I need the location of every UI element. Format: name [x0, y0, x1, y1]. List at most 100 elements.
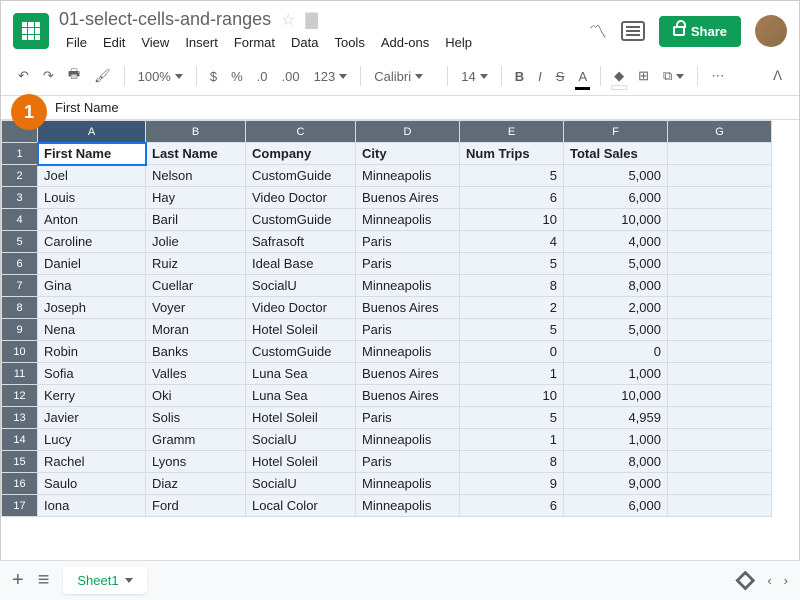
cell[interactable]: Caroline — [38, 231, 146, 253]
cell[interactable]: Buenos Aires — [356, 363, 460, 385]
cell[interactable]: 4,959 — [564, 407, 668, 429]
row-header[interactable]: 10 — [2, 341, 38, 363]
scroll-left-icon[interactable]: ‹ — [767, 573, 771, 588]
cell[interactable]: Ruiz — [146, 253, 246, 275]
cell[interactable]: Minneapolis — [356, 473, 460, 495]
add-sheet-button[interactable]: + — [12, 569, 24, 592]
comments-icon[interactable] — [621, 21, 645, 41]
cell[interactable]: Minneapolis — [356, 275, 460, 297]
cell[interactable]: Paris — [356, 253, 460, 275]
cell[interactable]: 1 — [460, 429, 564, 451]
cell[interactable]: Hotel Soleil — [246, 451, 356, 473]
folder-icon[interactable]: ▇ — [305, 10, 317, 30]
text-color-button[interactable]: A — [573, 65, 592, 88]
cell[interactable]: 9 — [460, 473, 564, 495]
cell[interactable] — [668, 165, 772, 187]
cell[interactable]: Minneapolis — [356, 429, 460, 451]
cell[interactable] — [668, 253, 772, 275]
cell[interactable]: SocialU — [246, 473, 356, 495]
cell[interactable]: Robin — [38, 341, 146, 363]
menu-view[interactable]: View — [134, 32, 176, 53]
column-header[interactable]: E — [460, 121, 564, 143]
cell[interactable]: 6 — [460, 495, 564, 517]
cell[interactable] — [668, 209, 772, 231]
cell[interactable]: Gramm — [146, 429, 246, 451]
bold-button[interactable]: B — [510, 65, 529, 88]
all-sheets-button[interactable]: ≡ — [38, 569, 50, 592]
column-header[interactable]: G — [668, 121, 772, 143]
cell[interactable]: SocialU — [246, 429, 356, 451]
font-selector[interactable]: Calibri — [369, 65, 439, 88]
cell[interactable]: Minneapolis — [356, 209, 460, 231]
cell[interactable]: 2 — [460, 297, 564, 319]
cell[interactable]: 0 — [564, 341, 668, 363]
cell[interactable]: Local Color — [246, 495, 356, 517]
cell[interactable] — [668, 143, 772, 165]
cell[interactable]: 5,000 — [564, 319, 668, 341]
cell[interactable]: Louis — [38, 187, 146, 209]
cell[interactable]: Joel — [38, 165, 146, 187]
row-header[interactable]: 7 — [2, 275, 38, 297]
percent-format[interactable]: % — [226, 65, 248, 88]
cell[interactable]: 0 — [460, 341, 564, 363]
cell[interactable]: 6 — [460, 187, 564, 209]
row-header[interactable]: 8 — [2, 297, 38, 319]
cell[interactable]: Javier — [38, 407, 146, 429]
cell[interactable]: 6,000 — [564, 187, 668, 209]
cell[interactable]: Hotel Soleil — [246, 319, 356, 341]
cell[interactable]: 1,000 — [564, 429, 668, 451]
menu-data[interactable]: Data — [284, 32, 325, 53]
column-header[interactable]: F — [564, 121, 668, 143]
cell[interactable]: 1,000 — [564, 363, 668, 385]
cell[interactable]: Ford — [146, 495, 246, 517]
print-icon[interactable]: 🖶 — [63, 61, 85, 91]
cell[interactable]: Nelson — [146, 165, 246, 187]
cell[interactable]: Voyer — [146, 297, 246, 319]
sheet-tab[interactable]: Sheet1 — [63, 567, 146, 594]
cell[interactable]: CustomGuide — [246, 165, 356, 187]
italic-button[interactable]: I — [533, 65, 547, 88]
column-header[interactable]: D — [356, 121, 460, 143]
cell[interactable]: City — [356, 143, 460, 165]
cell[interactable]: SocialU — [246, 275, 356, 297]
formula-content[interactable]: First Name — [55, 100, 119, 115]
cell[interactable]: 10 — [460, 385, 564, 407]
cell[interactable] — [668, 231, 772, 253]
trend-icon[interactable]: 〽 — [589, 18, 607, 44]
undo-icon[interactable]: ↶ — [13, 64, 34, 88]
cell[interactable]: First Name — [38, 143, 146, 165]
cell[interactable]: Rachel — [38, 451, 146, 473]
column-header[interactable]: C — [246, 121, 356, 143]
cell[interactable] — [668, 429, 772, 451]
increase-decimal[interactable]: .00 — [277, 65, 305, 88]
row-header[interactable]: 13 — [2, 407, 38, 429]
cell[interactable]: 8 — [460, 275, 564, 297]
cell[interactable] — [668, 319, 772, 341]
cell[interactable]: Lucy — [38, 429, 146, 451]
sheet-grid[interactable]: ABCDEFG1First NameLast NameCompanyCityNu… — [1, 120, 799, 550]
paint-format-icon[interactable]: 🖌 — [89, 64, 116, 88]
cell[interactable]: 10,000 — [564, 209, 668, 231]
document-title[interactable]: 01-select-cells-and-ranges — [59, 9, 271, 30]
menu-insert[interactable]: Insert — [178, 32, 225, 53]
row-header[interactable]: 15 — [2, 451, 38, 473]
scroll-right-icon[interactable]: › — [784, 573, 788, 588]
cell[interactable]: Hotel Soleil — [246, 407, 356, 429]
cell[interactable]: Buenos Aires — [356, 385, 460, 407]
cell[interactable]: Minneapolis — [356, 165, 460, 187]
fill-color-button[interactable]: ◆ — [609, 64, 629, 88]
cell[interactable]: Solis — [146, 407, 246, 429]
cell[interactable]: 5,000 — [564, 253, 668, 275]
cell[interactable]: Safrasoft — [246, 231, 356, 253]
row-header[interactable]: 12 — [2, 385, 38, 407]
cell[interactable]: 1 — [460, 363, 564, 385]
cell[interactable]: 4 — [460, 231, 564, 253]
cell[interactable]: 5,000 — [564, 165, 668, 187]
cell[interactable]: 4,000 — [564, 231, 668, 253]
row-header[interactable]: 1 — [2, 143, 38, 165]
row-header[interactable]: 4 — [2, 209, 38, 231]
font-size-selector[interactable]: 14 — [456, 65, 492, 88]
cell[interactable]: Company — [246, 143, 356, 165]
cell[interactable]: Buenos Aires — [356, 297, 460, 319]
sheets-logo[interactable] — [13, 13, 49, 49]
